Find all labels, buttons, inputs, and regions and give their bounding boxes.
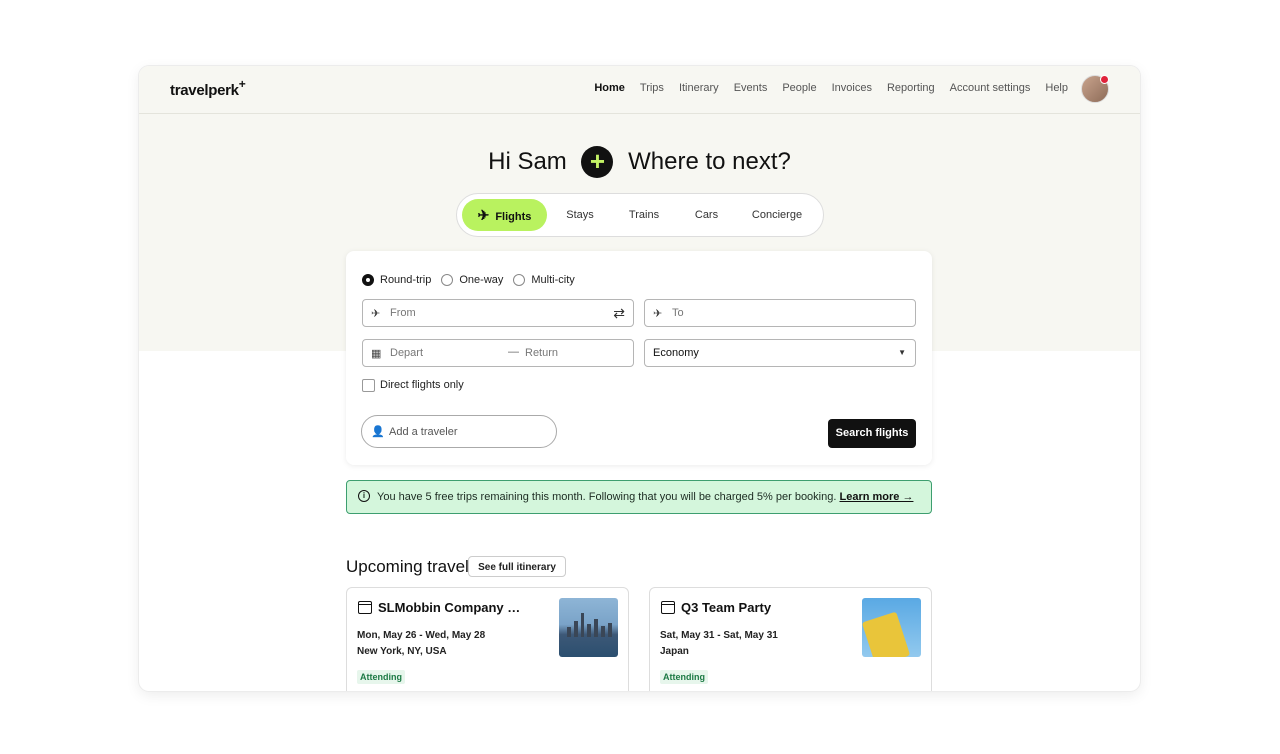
return-placeholder: Return	[525, 347, 559, 359]
plus-icon[interactable]: +	[581, 146, 614, 178]
to-placeholder: To	[672, 307, 684, 319]
tab-cars[interactable]: Cars	[680, 199, 733, 231]
main-nav: Home Trips Itinerary Events People Invoi…	[579, 82, 1068, 94]
round-trip-radio[interactable]	[362, 274, 374, 286]
chevron-down-icon: ▼	[898, 348, 906, 357]
notice-text: You have 5 free trips remaining this mon…	[377, 491, 837, 503]
notification-dot	[1100, 75, 1109, 84]
from-placeholder: From	[390, 307, 416, 319]
nav-invoices[interactable]: Invoices	[832, 82, 872, 94]
greeting-question: Where to next?	[628, 148, 791, 175]
new-york-skyline-image	[559, 598, 618, 657]
learn-more-link[interactable]: Learn more →	[839, 491, 913, 503]
logo-text: travelperk	[170, 82, 239, 99]
trip-card[interactable]: Q3 Team Party Sat, May 31 - Sat, May 31 …	[649, 587, 932, 691]
tab-trains[interactable]: Trains	[616, 199, 672, 231]
trip-card[interactable]: SLMobbin Company Party Mon, May 26 - Wed…	[346, 587, 629, 691]
one-way-label[interactable]: One-way	[459, 274, 503, 286]
depart-placeholder: Depart	[390, 347, 424, 359]
traveler-placeholder: Add a traveler	[389, 426, 458, 438]
notice-message: You have 5 free trips remaining this mon…	[377, 491, 913, 503]
app-window: travelperk+ Home Trips Itinerary Events …	[139, 66, 1140, 691]
nav-events[interactable]: Events	[734, 82, 768, 94]
round-trip-label[interactable]: Round-trip	[380, 274, 431, 286]
suitcase-image	[862, 598, 921, 657]
free-trips-notice: i You have 5 free trips remaining this m…	[346, 480, 932, 514]
calendar-icon	[661, 601, 675, 614]
tab-concierge[interactable]: Concierge	[739, 199, 815, 231]
add-traveler-input[interactable]: 👤 Add a traveler	[361, 415, 557, 448]
calendar-icon	[358, 601, 372, 614]
flight-search-card: Round-trip One-way Multi-city ✈ From ⇄ ✈…	[346, 251, 932, 465]
attending-badge: Attending	[357, 670, 405, 684]
nav-help[interactable]: Help	[1045, 82, 1068, 94]
to-input[interactable]: ✈ To	[644, 299, 916, 327]
nav-reporting[interactable]: Reporting	[887, 82, 935, 94]
trip-location: New York, NY, USA	[357, 646, 447, 657]
tab-stays[interactable]: Stays	[552, 199, 608, 231]
multi-city-radio[interactable]	[513, 274, 526, 286]
attending-badge: Attending	[660, 670, 708, 684]
add-person-icon: 👤	[371, 426, 385, 438]
one-way-radio[interactable]	[441, 274, 454, 286]
nav-account-settings[interactable]: Account settings	[950, 82, 1031, 94]
travelperk-logo[interactable]: travelperk+	[170, 77, 246, 99]
trip-dates: Sat, May 31 - Sat, May 31	[660, 630, 778, 641]
nav-home[interactable]: Home	[594, 82, 625, 94]
swap-icon[interactable]: ⇄	[613, 305, 625, 322]
greeting-heading: Hi Sam + Where to next?	[139, 146, 1140, 178]
date-range-input[interactable]: ▦ Depart — Return	[362, 339, 634, 367]
greeting-hi: Hi Sam	[488, 148, 567, 175]
calendar-icon: ▦	[371, 348, 382, 360]
trip-title: SLMobbin Company Party	[378, 600, 528, 615]
upcoming-travel-title: Upcoming travel	[346, 557, 469, 576]
trip-type-options: Round-trip One-way Multi-city	[362, 274, 585, 286]
logo-mark: +	[238, 77, 246, 91]
multi-city-label[interactable]: Multi-city	[531, 274, 574, 286]
see-full-itinerary-button[interactable]: See full itinerary	[468, 556, 566, 577]
booking-tabs: ✈ Flights Stays Trains Cars Concierge	[456, 193, 824, 237]
date-separator: —	[508, 346, 519, 358]
cabin-class-value: Economy	[653, 347, 699, 359]
search-flights-button[interactable]: Search flights	[828, 419, 916, 448]
tab-flights[interactable]: ✈ Flights	[462, 199, 547, 231]
direct-flights-checkbox[interactable]	[362, 379, 375, 392]
top-navigation-bar: travelperk+ Home Trips Itinerary Events …	[139, 66, 1140, 114]
cabin-class-select[interactable]: Economy ▼	[644, 339, 916, 367]
tab-flights-label: Flights	[495, 211, 532, 223]
nav-people[interactable]: People	[782, 82, 816, 94]
direct-flights-label[interactable]: Direct flights only	[380, 379, 464, 391]
arrival-plane-icon: ✈	[653, 308, 663, 320]
departure-plane-icon: ✈	[371, 308, 381, 320]
info-icon: i	[358, 490, 370, 502]
trip-dates: Mon, May 26 - Wed, May 28	[357, 630, 486, 641]
from-input[interactable]: ✈ From ⇄	[362, 299, 634, 327]
trip-location: Japan	[660, 646, 689, 657]
nav-itinerary[interactable]: Itinerary	[679, 82, 719, 94]
plane-icon: ✈	[477, 207, 490, 223]
nav-trips[interactable]: Trips	[640, 82, 664, 94]
trip-title: Q3 Team Party	[681, 600, 772, 615]
